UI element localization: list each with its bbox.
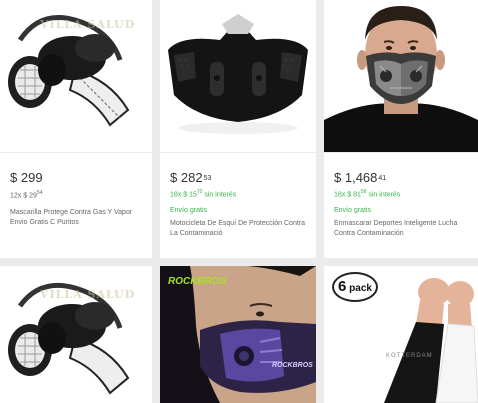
currency-symbol: $ xyxy=(170,170,178,185)
product-info: $ 299 12x $ 2954 Mascarilla Protege Cont… xyxy=(10,170,146,228)
product-title[interactable]: Enmascarar Deportes Inteligente Lucha Co… xyxy=(334,219,472,239)
man-wearing-sport-mask-image xyxy=(324,0,478,152)
installments-amount: 18x $ 81 xyxy=(334,191,361,199)
currency-symbol: $ xyxy=(334,170,342,185)
black-face-mask-image xyxy=(160,0,316,152)
price: $ 299 xyxy=(10,170,146,186)
price-cents: 53 xyxy=(203,175,212,182)
sleeve-brand-text: KOTTERDAM xyxy=(386,353,433,359)
product-image[interactable] xyxy=(324,0,478,152)
product-card[interactable]: VILLA SALUD xyxy=(0,266,152,403)
price-cents: 41 xyxy=(378,175,387,182)
product-image[interactable] xyxy=(160,0,316,152)
product-image[interactable]: VILLA SALUD xyxy=(0,266,152,403)
installments-suffix: sin interés xyxy=(202,191,237,199)
installments-amount: 12x $ 29 xyxy=(10,192,37,200)
pack-label: pack xyxy=(349,283,372,294)
product-card[interactable]: ROCKBROS ROCKBROS xyxy=(160,266,316,403)
free-shipping-label: Envío gratis xyxy=(334,207,371,215)
card-divider xyxy=(160,152,316,153)
pack-count: 6 xyxy=(338,278,347,295)
product-image[interactable]: 6 pack KOTTERDAM xyxy=(324,266,478,403)
card-divider xyxy=(324,152,478,153)
price: $ 28253 xyxy=(170,170,310,186)
installments-cents: 54 xyxy=(36,190,43,196)
product-info: $ 1,46841 18x $ 8158 sin interés Envío g… xyxy=(334,170,472,239)
watermark-text: VILLA SALUD xyxy=(40,288,136,301)
product-card[interactable]: $ 1,46841 18x $ 8158 sin interés Envío g… xyxy=(324,0,478,258)
installments-suffix: sin interés xyxy=(366,191,401,199)
product-grid: VILLA SALUD $ 299 12x $ 2954 Mascarilla … xyxy=(0,0,478,403)
product-card[interactable]: $ 28253 18x $ 1570 sin interés Envío gra… xyxy=(160,0,316,258)
pack-badge: 6 pack xyxy=(332,272,378,302)
installments-text: 18x $ 8158 sin interés xyxy=(334,189,472,198)
product-card[interactable]: VILLA SALUD $ 299 12x $ 2954 Mascarilla … xyxy=(0,0,152,258)
brand-logo-text: ROCKBROS xyxy=(168,276,227,287)
installments-text: 12x $ 2954 xyxy=(10,190,146,199)
product-card[interactable]: 6 pack KOTTERDAM xyxy=(324,266,478,403)
product-title[interactable]: Mascarilla Protege Contra Gas Y Vapor En… xyxy=(10,208,146,228)
currency-symbol: $ xyxy=(10,170,18,185)
price-amount: 282 xyxy=(180,170,203,185)
watermark-text: VILLA SALUD xyxy=(40,18,136,31)
price-amount: 299 xyxy=(20,170,43,185)
installments-amount: 18x $ 15 xyxy=(170,191,197,199)
product-image[interactable]: VILLA SALUD xyxy=(0,0,152,152)
mask-brand-text: ROCKBROS xyxy=(272,362,313,369)
free-shipping-label: Envío gratis xyxy=(170,207,207,215)
price: $ 1,46841 xyxy=(334,170,472,186)
installments-text: 18x $ 1570 sin interés xyxy=(170,189,310,198)
product-title[interactable]: Motocicleta De Esquí De Protección Contr… xyxy=(170,219,310,239)
product-image[interactable]: ROCKBROS ROCKBROS xyxy=(160,266,316,403)
card-divider xyxy=(0,152,152,153)
price-amount: 1,468 xyxy=(344,170,378,185)
gas-respirator-image xyxy=(0,266,152,403)
product-info: $ 28253 18x $ 1570 sin interés Envío gra… xyxy=(170,170,310,239)
